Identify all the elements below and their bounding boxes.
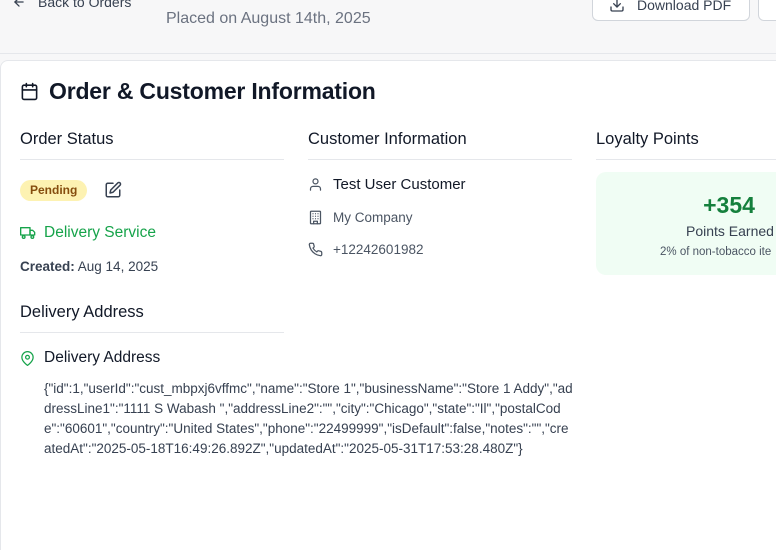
delivery-address-label: Delivery Address: [44, 349, 161, 366]
customer-company-row: My Company: [308, 210, 413, 225]
phone-icon: [308, 242, 323, 257]
customer-name: Test User Customer: [333, 176, 466, 193]
customer-info-heading: Customer Information: [308, 130, 572, 160]
customer-phone-row: +12242601982: [308, 242, 423, 257]
download-pdf-label: Download PDF: [637, 0, 732, 13]
loyalty-points-heading: Loyalty Points: [596, 130, 776, 160]
customer-phone: +12242601982: [333, 242, 424, 257]
delivery-address-row: Delivery Address: [20, 349, 160, 367]
user-icon: [309, 178, 322, 191]
order-status-heading: Order Status: [20, 130, 284, 160]
delivery-method-label: Delivery Service: [44, 224, 156, 241]
delivery-address-raw: {"id":1,"userId":"cust_mbpxj6vffmc","nam…: [44, 381, 573, 456]
delivery-method: Delivery Service: [20, 224, 156, 242]
created-label: Created:: [20, 259, 75, 274]
building-icon: [309, 210, 322, 225]
download-pdf-button[interactable]: Download PDF: [592, 0, 750, 21]
truck-icon: [20, 227, 36, 239]
more-actions-button[interactable]: [758, 0, 776, 21]
points-earned-note: 2% of non-tobacco ite: [660, 246, 772, 258]
placed-date: Placed on August 14th, 2025: [166, 10, 371, 27]
points-earned-value: +354: [703, 192, 755, 218]
points-earned-label: Points Earned: [686, 223, 774, 239]
created-date: Created: Aug 14, 2025: [20, 259, 158, 274]
calendar-icon: [21, 82, 38, 101]
customer-name-row: Test User Customer: [308, 176, 466, 193]
arrow-left-icon: [14, 0, 24, 7]
back-to-orders-link[interactable]: Back to Orders: [12, 0, 131, 10]
delivery-address-heading: Delivery Address: [20, 303, 284, 333]
status-badge: Pending: [20, 180, 88, 201]
back-to-orders-label: Back to Orders: [38, 0, 132, 10]
download-icon: [610, 0, 624, 12]
edit-status-icon[interactable]: [104, 181, 122, 199]
card-title: Order & Customer Information: [20, 78, 376, 105]
order-header: Back to Orders Placed on August 14th, 20…: [0, 0, 776, 54]
created-value: Aug 14, 2025: [77, 259, 159, 274]
customer-company: My Company: [333, 210, 413, 225]
map-pin-icon: [21, 350, 34, 366]
card-title-text: Order & Customer Information: [49, 78, 376, 104]
